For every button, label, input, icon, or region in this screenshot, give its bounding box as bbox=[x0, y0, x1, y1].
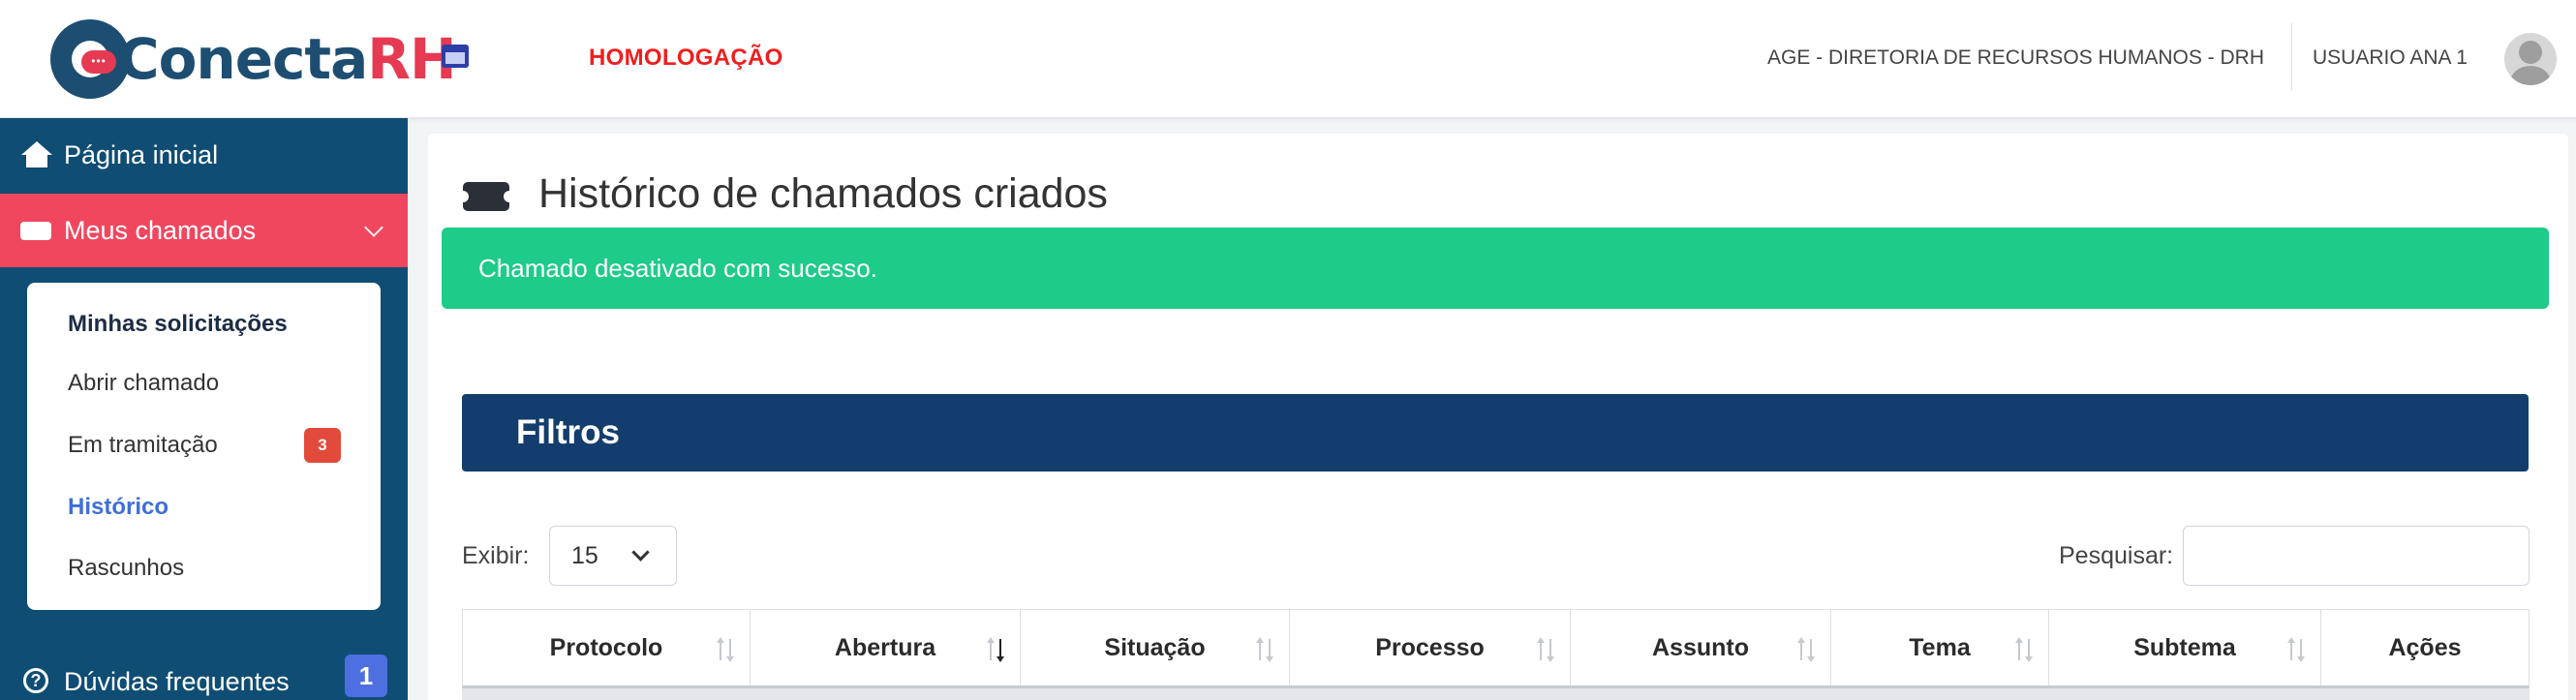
sort-icon bbox=[1537, 637, 1556, 662]
ticket-icon bbox=[457, 182, 515, 211]
page-title: Histórico de chamados criados bbox=[538, 170, 1108, 217]
chat-bubble-icon bbox=[81, 50, 116, 74]
home-icon bbox=[19, 137, 54, 172]
header-divider bbox=[2291, 23, 2292, 91]
sort-desc-icon bbox=[987, 637, 1006, 662]
sort-icon bbox=[1797, 637, 1817, 662]
submenu-item-historico[interactable]: Histórico bbox=[68, 494, 169, 521]
success-alert: Chamado desativado com sucesso. bbox=[442, 228, 2549, 309]
sidebar-item-label: Dúvidas frequentes bbox=[64, 666, 290, 696]
organization-label: AGE - DIRETORIA DE RECURSOS HUMANOS - DR… bbox=[1766, 46, 2264, 69]
ticket-icon bbox=[19, 213, 54, 248]
page-size-label: Exibir: bbox=[462, 542, 530, 569]
search-label: Pesquisar: bbox=[2059, 542, 2174, 569]
page-size-select[interactable]: 15 bbox=[549, 526, 677, 586]
sort-icon bbox=[2287, 637, 2307, 662]
conecta-rh-logo[interactable]: ConectaRH bbox=[50, 17, 457, 101]
user-avatar-icon[interactable] bbox=[2504, 33, 2557, 85]
logo-text: ConectaRH bbox=[118, 26, 457, 92]
table-row[interactable] bbox=[462, 688, 2530, 700]
sidebar-item-meus-chamados[interactable]: Meus chamados bbox=[0, 194, 408, 267]
submenu-item-minhas-solicitacoes[interactable]: Minhas solicitações bbox=[68, 311, 288, 338]
submenu-item-abrir-chamado[interactable]: Abrir chamado bbox=[68, 370, 219, 397]
question-circle-icon bbox=[19, 664, 54, 699]
column-header-subtema[interactable]: Subtema bbox=[2049, 610, 2321, 685]
column-header-abertura[interactable]: Abertura bbox=[751, 610, 1021, 685]
duvidas-count-badge: 1 bbox=[345, 654, 387, 697]
top-bar: ConectaRH HOMOLOGAÇÃO AGE - DIRETORIA DE… bbox=[0, 0, 2576, 118]
sidebar: Página inicial Meus chamados Minhas soli… bbox=[0, 118, 408, 700]
sidebar-item-home[interactable]: Página inicial bbox=[0, 118, 408, 192]
column-header-acoes: Ações bbox=[2388, 633, 2462, 661]
tramitacao-count-badge: 3 bbox=[304, 428, 341, 463]
window-icon[interactable] bbox=[442, 45, 469, 68]
sort-icon bbox=[2015, 637, 2035, 662]
column-header-processo[interactable]: Processo bbox=[1290, 610, 1571, 685]
chevron-down-icon bbox=[364, 218, 383, 237]
sidebar-item-label: Página inicial bbox=[64, 139, 219, 169]
submenu-item-rascunhos[interactable]: Rascunhos bbox=[68, 555, 184, 582]
chevron-down-icon bbox=[631, 543, 650, 562]
sort-icon bbox=[717, 637, 736, 662]
column-header-situacao[interactable]: Situação bbox=[1021, 610, 1290, 685]
sort-icon bbox=[1256, 637, 1275, 662]
meus-chamados-submenu: Minhas solicitações Abrir chamado Em tra… bbox=[27, 283, 381, 610]
user-name[interactable]: USUARIO ANA 1 bbox=[2313, 46, 2468, 70]
search-input[interactable] bbox=[2183, 526, 2530, 586]
column-header-tema[interactable]: Tema bbox=[1831, 610, 2049, 685]
submenu-item-em-tramitacao[interactable]: Em tramitação bbox=[68, 432, 218, 459]
environment-label: HOMOLOGAÇÃO bbox=[589, 45, 783, 71]
table-header: Protocolo Abertura Situação Processo Ass… bbox=[462, 609, 2530, 688]
page-size-value: 15 bbox=[571, 542, 598, 569]
column-header-assunto[interactable]: Assunto bbox=[1571, 610, 1831, 685]
column-header-protocolo[interactable]: Protocolo bbox=[463, 610, 751, 685]
sidebar-item-label: Meus chamados bbox=[64, 215, 257, 245]
filters-panel-header[interactable]: Filtros bbox=[462, 394, 2529, 472]
